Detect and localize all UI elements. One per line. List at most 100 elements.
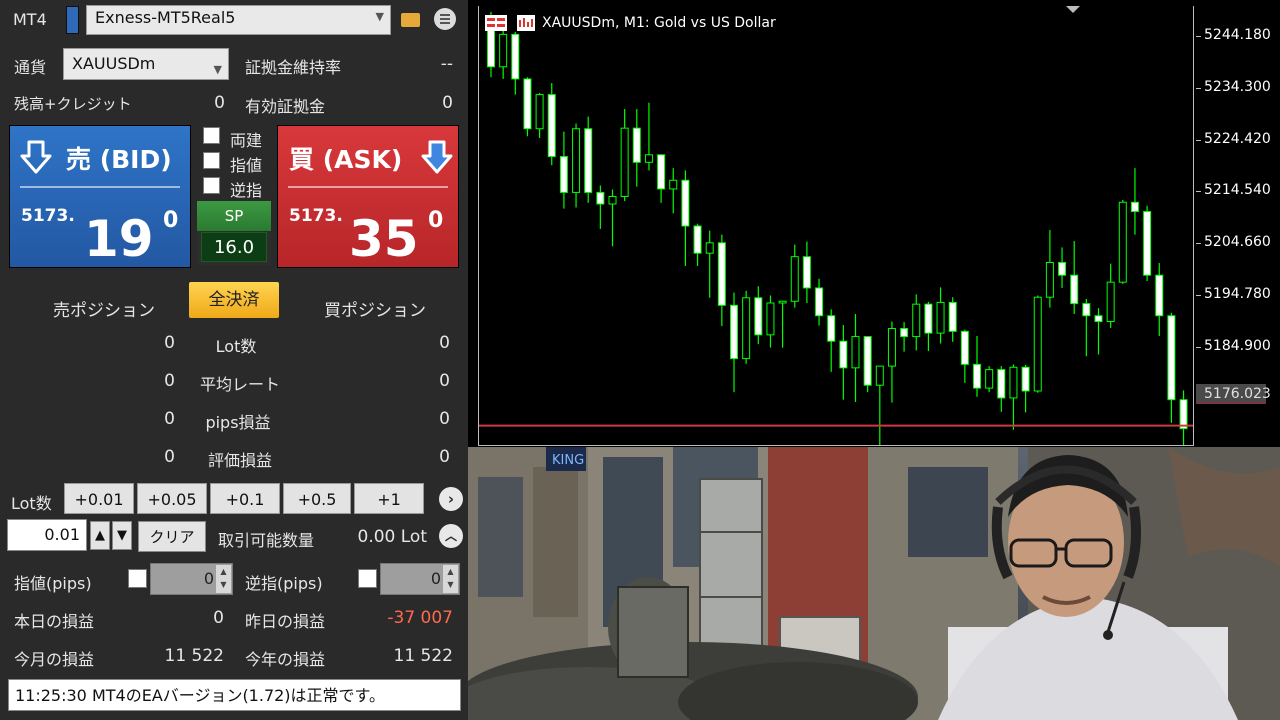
stop-checkbox[interactable] xyxy=(203,177,220,194)
candle xyxy=(863,336,872,393)
candle xyxy=(924,301,933,352)
lot-add-0-1-button[interactable]: +0.1 xyxy=(210,483,280,514)
yesterday-pl-label: 昨日の損益 xyxy=(245,612,326,631)
lot-add-0-05-button[interactable]: +0.05 xyxy=(137,483,207,514)
candle xyxy=(1106,263,1115,328)
candle xyxy=(1082,298,1091,357)
chevron-up-icon[interactable]: ︿ xyxy=(439,524,463,548)
price-chart[interactable]: XAUUSDm, M1: Gold vs US Dollar 5244.180 … xyxy=(468,0,1280,447)
candle-body-up xyxy=(1118,201,1127,283)
spread-label: SP xyxy=(197,201,271,231)
spin-arrows-icon[interactable]: ▲ ▼ xyxy=(216,565,231,593)
clear-button[interactable]: クリア xyxy=(138,521,206,552)
candle xyxy=(960,329,969,383)
folder-icon[interactable] xyxy=(401,13,420,27)
chevron-right-icon[interactable]: › xyxy=(439,487,463,511)
candle xyxy=(887,321,896,403)
lot-add-0-5-button[interactable]: +0.5 xyxy=(283,483,351,514)
candle-body-up xyxy=(875,365,884,386)
candle xyxy=(875,365,884,445)
candle-body-down xyxy=(523,78,532,130)
buy-ask-button[interactable]: 買 (ASK) 5173. 35 0 xyxy=(277,125,459,268)
lot-input[interactable]: 0.01 xyxy=(7,519,87,551)
status-message: 11:25:30 MT4のEAバージョン(1.72)は正常です。 xyxy=(8,679,461,711)
sell-position-label: 売ポジション xyxy=(53,301,155,321)
candle xyxy=(1009,364,1018,430)
candle xyxy=(1058,247,1067,288)
candle-body-up xyxy=(620,127,629,197)
candle xyxy=(851,314,860,402)
stop-pips-value: 0 xyxy=(430,569,441,588)
candle-body-up xyxy=(535,94,544,130)
limit-pips-label: 指値(pips) xyxy=(14,574,92,593)
candle-body-up xyxy=(887,327,896,367)
candle xyxy=(839,325,848,400)
hedge-label: 両建 xyxy=(230,131,263,150)
tradable-value: 0.00 Lot xyxy=(357,527,428,547)
candle xyxy=(499,29,508,79)
symbol-select[interactable]: XAUUSDm ▼ xyxy=(63,48,229,80)
lot-add-1-button[interactable]: +1 xyxy=(354,483,424,514)
chart-symbol-icon[interactable] xyxy=(517,15,535,31)
candle-body-down xyxy=(657,154,666,190)
buy-title: 買 (ASK) xyxy=(289,145,403,174)
candle xyxy=(559,131,568,209)
candle-body-up xyxy=(1009,366,1018,399)
divider xyxy=(288,186,448,188)
sell-bid-button[interactable]: 売 (BID) 5173. 19 0 xyxy=(9,125,191,268)
lot-label: Lot数 xyxy=(11,494,52,513)
candle-body-down xyxy=(487,26,495,68)
candle-body-down xyxy=(632,127,641,163)
current-price-label: 5176.023 xyxy=(1196,384,1271,404)
stop-pips-input[interactable]: 0 ▲ ▼ xyxy=(380,563,460,595)
candle-body-up xyxy=(742,297,751,360)
chart-list-icon[interactable] xyxy=(485,15,507,31)
account-color-indicator xyxy=(66,6,79,34)
equity-label: 有効証拠金 xyxy=(245,97,326,116)
stop-pips-checkbox[interactable] xyxy=(358,569,377,588)
lot-add-0-01-button[interactable]: +0.01 xyxy=(64,483,134,514)
candle xyxy=(693,223,702,266)
limit-pips-input[interactable]: 0 ▲ ▼ xyxy=(150,563,233,595)
candle-body-down xyxy=(973,363,981,389)
hedge-checkbox[interactable] xyxy=(203,127,220,144)
candle-body-down xyxy=(1155,274,1164,317)
candle xyxy=(1094,308,1103,355)
menu-icon[interactable] xyxy=(434,8,456,30)
pips-pl-buy-value: 0 xyxy=(439,409,450,429)
candle-body-down xyxy=(1021,366,1030,392)
close-all-button[interactable]: 全決済 xyxy=(189,282,279,318)
month-pl-label: 今月の損益 xyxy=(14,650,95,669)
arrow-down-icon xyxy=(421,140,453,174)
candle-body-down xyxy=(754,297,763,336)
today-pl-value: 0 xyxy=(213,608,224,628)
divider xyxy=(20,186,180,188)
limit-checkbox[interactable] xyxy=(203,152,220,169)
candle-body-down xyxy=(1082,303,1091,317)
chart-shift-marker-icon[interactable] xyxy=(1066,6,1080,13)
candle-body-up xyxy=(778,300,787,304)
year-pl-label: 今年の損益 xyxy=(245,650,326,669)
candle-body-down xyxy=(584,128,593,193)
candle xyxy=(547,83,556,166)
candle-body-up xyxy=(790,256,799,302)
lot-down-button[interactable]: ▼ xyxy=(112,521,132,550)
stop-label: 逆指 xyxy=(230,181,263,200)
currency-label: 通貨 xyxy=(14,58,47,77)
lot-up-button[interactable]: ▲ xyxy=(90,521,110,550)
candlestick-plot xyxy=(479,11,1193,445)
account-select[interactable]: Exness-MT5Real5 ▼ xyxy=(86,5,391,35)
candle-body-down xyxy=(1130,201,1139,213)
limit-pips-checkbox[interactable] xyxy=(128,569,147,588)
spin-arrows-icon[interactable]: ▲ ▼ xyxy=(443,565,458,593)
today-pl-label: 本日の損益 xyxy=(14,612,95,631)
candle xyxy=(790,244,799,308)
chart-plot-area[interactable] xyxy=(478,6,1194,446)
candle-body-down xyxy=(997,369,1006,399)
margin-level-value: -- xyxy=(440,54,453,74)
candle xyxy=(973,336,981,397)
candle xyxy=(1130,168,1139,235)
unrealized-pl-buy-value: 0 xyxy=(439,447,450,467)
candle xyxy=(742,290,751,364)
candle-body-down xyxy=(1167,315,1176,401)
